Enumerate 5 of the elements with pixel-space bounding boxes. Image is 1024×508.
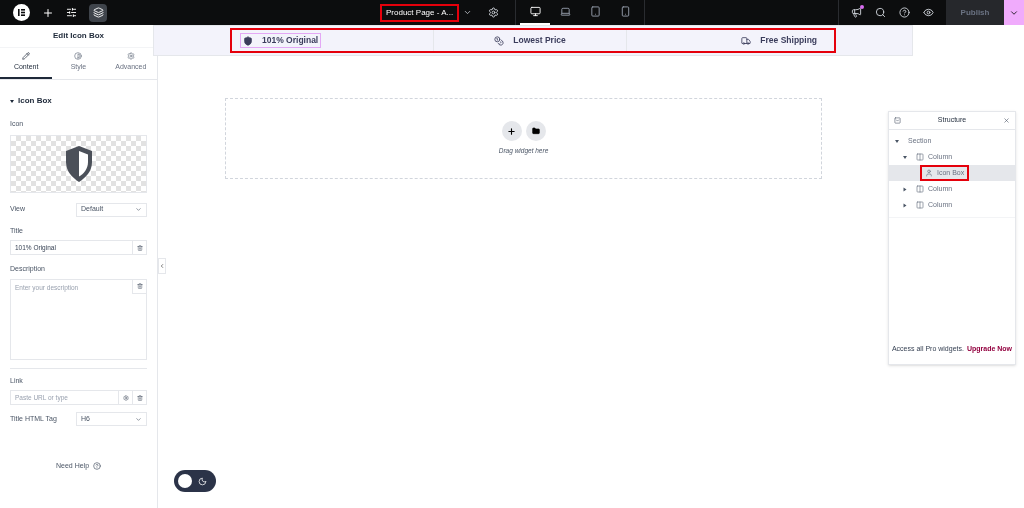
section-header[interactable]: Icon Box [10, 95, 147, 107]
feature-item[interactable]: Free Shipping [738, 33, 820, 48]
feature-item[interactable]: 101% Original [240, 33, 322, 48]
document-title-button[interactable]: Product Page - A... [380, 3, 460, 22]
feature-item[interactable]: Lowest Price [491, 33, 569, 48]
